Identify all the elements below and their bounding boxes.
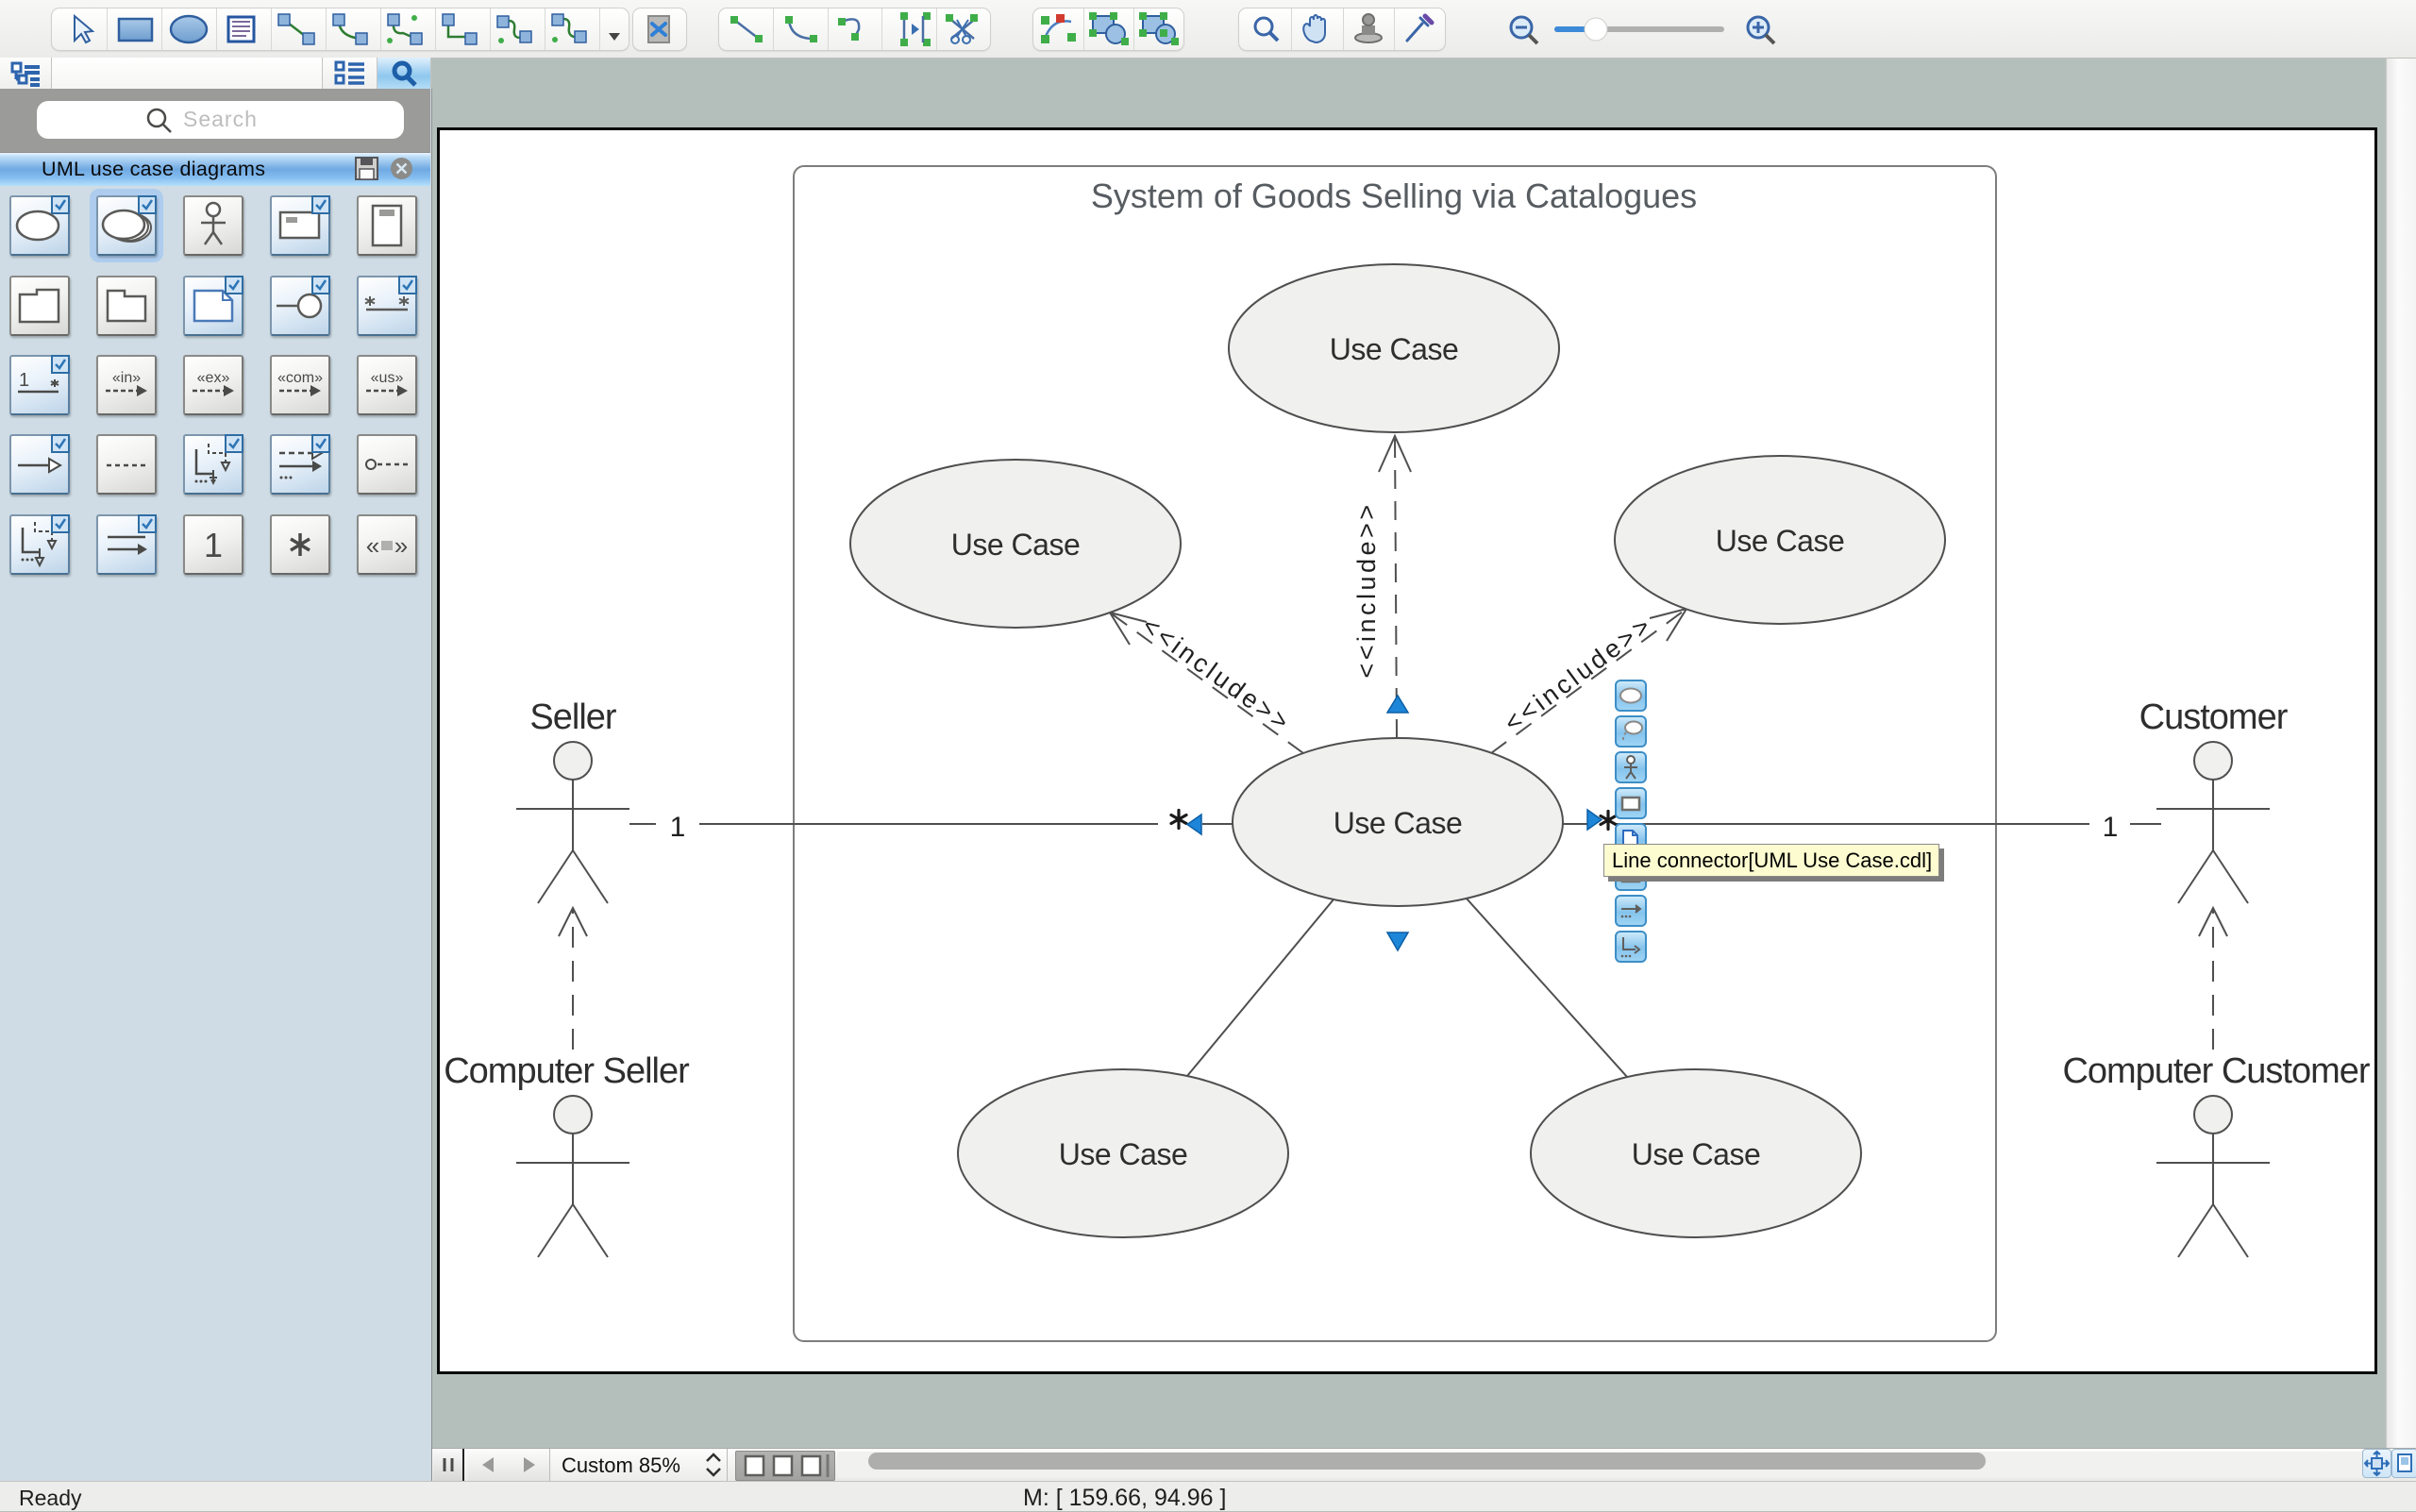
svg-text:UML use case diagrams: UML use case diagrams — [42, 158, 265, 180]
svg-text:Use Case: Use Case — [1059, 1137, 1188, 1171]
svg-text:»: » — [394, 531, 408, 560]
svg-text:Seller: Seller — [529, 697, 616, 737]
svg-text:«ex»: «ex» — [197, 370, 230, 386]
svg-text:Use Case: Use Case — [1334, 806, 1463, 840]
svg-text:<<include>>: <<include>> — [1352, 501, 1381, 678]
svg-text:1: 1 — [204, 526, 223, 564]
svg-text:Computer Customer: Computer Customer — [2062, 1051, 2370, 1091]
svg-text:Use Case: Use Case — [1716, 524, 1845, 558]
svg-text:Customer: Customer — [2139, 697, 2289, 737]
svg-text:1: 1 — [2103, 812, 2119, 843]
svg-text:<<include>>: <<include>> — [1137, 612, 1297, 738]
svg-text:System of Goods Selling via Ca: System of Goods Selling via Catalogues — [1091, 176, 1697, 215]
svg-text:«in»: «in» — [112, 370, 141, 386]
svg-text:1: 1 — [19, 370, 29, 391]
svg-text:Computer Seller: Computer Seller — [444, 1051, 690, 1091]
svg-text:«us»: «us» — [371, 370, 404, 386]
svg-text:«com»: «com» — [277, 370, 323, 386]
svg-text:Search: Search — [183, 107, 258, 131]
svg-text:Use Case: Use Case — [951, 528, 1081, 562]
svg-text:1: 1 — [670, 812, 686, 843]
svg-text:«: « — [366, 531, 379, 560]
svg-text:Use Case: Use Case — [1632, 1137, 1761, 1171]
svg-text:Use Case: Use Case — [1330, 332, 1459, 366]
